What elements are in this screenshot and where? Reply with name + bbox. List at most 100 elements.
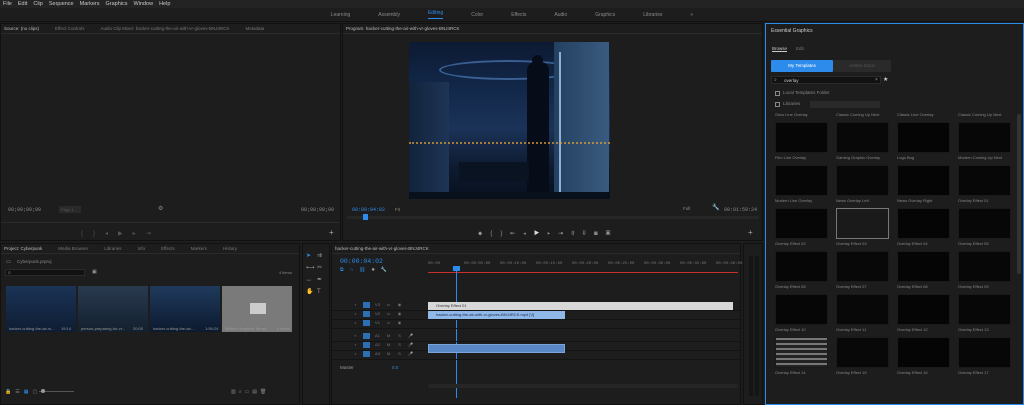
tab-history[interactable]: History	[223, 246, 237, 251]
template-thumbnail[interactable]	[958, 122, 1011, 153]
track-lock-icon[interactable]: ▪	[352, 302, 359, 308]
menu-help[interactable]: Help	[159, 1, 170, 7]
menu-file[interactable]: File	[3, 1, 12, 7]
overlay-clip[interactable]: Overlay Effect 01	[428, 302, 733, 310]
tab-markers[interactable]: Markers	[191, 246, 207, 251]
template-thumbnail[interactable]	[958, 251, 1011, 282]
template-thumbnail[interactable]	[775, 294, 828, 325]
track-visibility-icon[interactable]: ◉	[396, 302, 403, 308]
nest-icon[interactable]: ⧉	[340, 267, 350, 273]
template-thumbnail[interactable]	[897, 122, 950, 153]
template-thumbnail[interactable]	[836, 294, 889, 325]
program-timecode[interactable]: 00:00:04:02	[352, 207, 385, 213]
workspace-libraries[interactable]: Libraries	[643, 12, 662, 18]
track-lock-icon[interactable]: ▪	[352, 311, 359, 317]
menu-graphics[interactable]: Graphics	[106, 1, 128, 7]
template-thumbnail[interactable]	[958, 208, 1011, 239]
track-sync-icon[interactable]: ▭	[385, 302, 392, 308]
track-lock-icon[interactable]: ▪	[352, 320, 359, 326]
template-thumbnail[interactable]	[775, 122, 828, 153]
tab-media-browser[interactable]: Media Browser	[58, 246, 88, 251]
tab-source[interactable]: Source: (no clips)	[4, 26, 39, 31]
comparison-icon[interactable]: ▣	[606, 231, 619, 237]
play-icon[interactable]: ▶	[118, 231, 133, 237]
track-target-button[interactable]	[363, 351, 370, 357]
template-thumbnail[interactable]	[897, 251, 950, 282]
template-thumbnail[interactable]	[775, 251, 828, 282]
program-playhead[interactable]	[363, 214, 368, 220]
template-scrollbar[interactable]	[1017, 114, 1021, 274]
go-to-in-icon[interactable]: ⇤	[510, 231, 523, 237]
hand-tool-icon[interactable]: ✋	[306, 286, 317, 298]
play-icon[interactable]: ▶	[534, 231, 547, 237]
delete-icon[interactable]: 🗑	[260, 389, 269, 395]
workspace-assembly[interactable]: Assembly	[378, 12, 400, 18]
video-clip[interactable]: hacker-cutting-the-air-with-vr-gloves-BN…	[428, 311, 565, 319]
program-add-button-icon[interactable]: +	[748, 228, 753, 237]
program-title[interactable]: Program: hacker-cutting-the-air-with-vr-…	[346, 26, 460, 31]
tab-edit[interactable]: Edit	[796, 46, 804, 51]
menu-window[interactable]: Window	[134, 1, 154, 7]
track-target-button[interactable]	[363, 333, 370, 339]
workspace-learning[interactable]: Learning	[331, 12, 350, 18]
source-page-select[interactable]: Page 1	[59, 206, 81, 213]
tab-audio-clip-mixer[interactable]: Audio Clip Mixer: hacker-cutting-the-air…	[100, 26, 229, 31]
add-marker-icon[interactable]: ⬥	[478, 231, 490, 237]
source-scrubber[interactable]	[1, 222, 340, 223]
slip-tool-icon[interactable]: ↔	[306, 274, 317, 286]
track-solo-button[interactable]: S	[396, 342, 403, 348]
my-templates-button[interactable]: My Templates	[771, 60, 833, 72]
timeline-settings-icon[interactable]: 🔧	[381, 267, 393, 273]
track-mute-button[interactable]: M	[385, 342, 392, 348]
type-tool-icon[interactable]: T	[317, 286, 328, 298]
tab-browse[interactable]: Browse	[772, 46, 788, 52]
lift-icon[interactable]: ⇑	[571, 231, 582, 237]
timeline-tab[interactable]: hacker-cutting-the-air-with-vr-gloves-BN…	[335, 246, 429, 251]
go-to-out-icon[interactable]: ⇥	[146, 231, 161, 237]
track-solo-button[interactable]: S	[396, 351, 403, 357]
razor-tool-icon[interactable]: ✂	[317, 262, 328, 274]
mark-in-icon[interactable]: {	[81, 231, 93, 237]
timeline-ruler[interactable]: 00:00 00:00:05:00 00:00:10:00 00:00:15:00 00…	[428, 260, 742, 272]
template-thumbnail[interactable]	[775, 165, 828, 196]
track-mute-button[interactable]: M	[385, 333, 392, 339]
master-volume[interactable]: 0.0	[392, 365, 398, 370]
track-sync-icon[interactable]: ▭	[385, 311, 392, 317]
extract-icon[interactable]: ⇓	[583, 231, 594, 237]
program-fit-select[interactable]: Fit	[395, 206, 419, 213]
program-quality-select[interactable]: Full	[683, 206, 690, 211]
tab-metadata[interactable]: Metadata	[246, 26, 265, 31]
tab-project[interactable]: Project: Cyberpunk	[4, 246, 42, 251]
timeline-timecode[interactable]: 00:00:04:02	[340, 258, 383, 265]
voiceover-mic-icon[interactable]: 🎤	[407, 351, 414, 357]
template-thumbnail[interactable]	[897, 165, 950, 196]
template-thumbnail[interactable]	[836, 208, 889, 239]
track-select-tool-icon[interactable]: ⇉	[317, 250, 328, 262]
project-search-input[interactable]: ⌕	[5, 269, 85, 276]
zoom-slider[interactable]	[39, 389, 74, 393]
template-thumbnail[interactable]	[836, 337, 889, 368]
menu-edit[interactable]: Edit	[18, 1, 27, 7]
template-thumbnail[interactable]	[775, 337, 828, 368]
track-solo-button[interactable]: S	[396, 333, 403, 339]
settings-icon[interactable]: ⚙	[158, 206, 163, 212]
wrench-icon[interactable]: 🔧	[712, 205, 719, 211]
add-marker-icon[interactable]: ⬥	[372, 267, 381, 273]
automate-icon[interactable]: ▥	[231, 389, 239, 395]
track-sync-icon[interactable]: ▭	[385, 320, 392, 326]
audio-clip[interactable]	[428, 344, 565, 353]
tab-libraries[interactable]: Libraries	[104, 246, 121, 251]
template-thumbnail[interactable]	[897, 337, 950, 368]
template-thumbnail[interactable]	[897, 294, 950, 325]
template-thumbnail[interactable]	[897, 208, 950, 239]
playhead-handle[interactable]	[453, 266, 460, 271]
track-lock-icon[interactable]: ▪	[352, 342, 359, 348]
linked-selection-icon[interactable]: ⛓	[359, 267, 371, 273]
libraries-select[interactable]	[810, 101, 880, 108]
template-thumbnail[interactable]	[958, 165, 1011, 196]
selection-tool-icon[interactable]: ➤	[306, 250, 317, 262]
workspace-color[interactable]: Color	[471, 12, 483, 18]
pen-tool-icon[interactable]: ✒	[317, 274, 328, 286]
list-view-icon[interactable]: ☰	[15, 389, 23, 395]
workspace-editing[interactable]: Editing	[427, 10, 444, 19]
